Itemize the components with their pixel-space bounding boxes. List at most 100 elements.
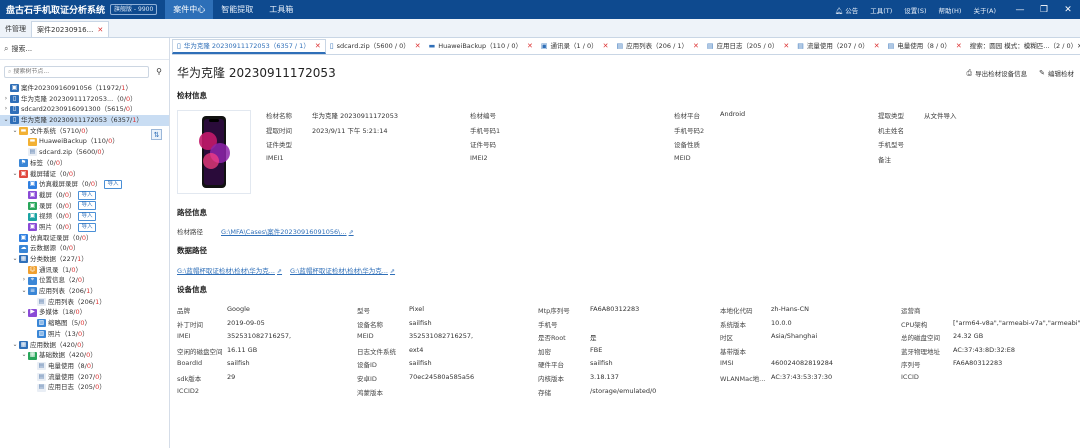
tree-node[interactable]: › ⌖ 位置信息（2 / 0） [0, 275, 169, 286]
media-icon: ▶ [28, 308, 37, 317]
chevron-icon[interactable]: ⌄ [11, 340, 19, 351]
menu-help[interactable]: 帮助(H) [933, 5, 968, 15]
menu-tools[interactable]: 工具(T) [864, 5, 898, 15]
contact-icon: ☺ [28, 265, 37, 275]
tree-node[interactable]: ▤ 应用列表（206 / 1） [0, 297, 169, 308]
tree-node[interactable]: ⌄ ▣ 截屏辅证（0 / 0） [0, 169, 169, 180]
detail-tab[interactable]: ▤ 应用日志（205 / 0） ✕ [703, 39, 793, 54]
tree-node[interactable]: ▨ 照片（13 / 0） [0, 329, 169, 340]
data-path-link[interactable]: G:\蓝帽杯取证检材\检材\华为克... ⇗ [290, 265, 395, 275]
tree-node[interactable]: ▣ 仿真取证录屏（0 / 0） [0, 233, 169, 244]
menu-notice[interactable]: 🔔︎ 公告 [829, 5, 864, 15]
tree-node[interactable]: ▨ 缩略图（5 / 0） [0, 318, 169, 329]
tree-node-label: 照片 [39, 222, 52, 231]
sidebar-search-header[interactable]: ⌕ 搜索... [0, 38, 169, 60]
tree-node-count: 205 [80, 383, 93, 392]
close-icon[interactable]: ✕ [956, 39, 962, 54]
tree-node[interactable]: ▬ HuaweiBackup （110 / 0） [0, 136, 169, 147]
nav-smart-extract[interactable]: 智能提取 [213, 0, 261, 19]
detail-tab[interactable]: ▯ sdcard.zip（5600 / 0） ✕ [326, 39, 425, 54]
tree-node[interactable]: ▣ 视频（0 / 0）导入 [0, 211, 169, 222]
close-icon[interactable]: ✕ [97, 26, 103, 34]
detail-tab[interactable]: ▯ 华为克隆 20230911172053（6357 / 1） ✕ [172, 39, 326, 54]
paren: ） [59, 158, 67, 167]
import-button[interactable]: 导入 [78, 212, 96, 222]
chevron-icon[interactable]: ⌄ [11, 169, 19, 180]
detail-tab[interactable]: ▤ 电量使用（8 / 0） ✕ [884, 39, 966, 54]
chevron-icon[interactable]: ⌄ [11, 254, 19, 265]
tree-node[interactable]: ▤ 流量使用（207 / 0） [0, 372, 169, 383]
chevron-icon[interactable]: ⌄ [20, 286, 28, 297]
chevron-icon[interactable]: ⌄ [20, 307, 28, 318]
detail-tab[interactable]: ▤ 应用列表（206 / 1） ✕ [613, 39, 703, 54]
chevron-icon[interactable]: ⌄ [20, 350, 28, 361]
close-icon[interactable]: ✕ [527, 39, 533, 54]
chevron-icon[interactable]: ⌄ [2, 115, 10, 126]
tree-node[interactable]: ⌄ ▦ 应用数据（420 / 0） [0, 340, 169, 351]
detail-tab[interactable]: ▣ 通讯录（1 / 0） ✕ [537, 39, 613, 54]
tree-node[interactable]: ⌄ ▦ 基础数据（420 / 0） [0, 350, 169, 361]
import-button[interactable]: 导入 [78, 190, 96, 200]
nav-case-center[interactable]: 案件中心 [165, 0, 214, 19]
tree-node[interactable]: ☁ 云数据源（0 / 0） [0, 243, 169, 254]
paren: ） [68, 190, 76, 199]
app-icon: ▦ [19, 340, 28, 349]
page-title: 华为克隆 20230911172053 [177, 66, 336, 80]
tree-node-label: 应用列表 [48, 297, 74, 306]
chevron-icon[interactable]: ⌄ [11, 126, 19, 137]
data-path-link[interactable]: G:\蓝帽杯取证检材\检材\华为克... ⇗ [177, 265, 282, 275]
tab-case[interactable]: 案件20230916... ✕ [31, 21, 110, 37]
tree-node[interactable]: › ▯ 华为克隆 20230911172053... （0 / 0） [0, 94, 169, 105]
tab-case-management[interactable]: 件管理 [0, 21, 31, 37]
close-icon[interactable]: ✕ [315, 39, 321, 54]
close-icon[interactable]: ✕ [874, 39, 880, 54]
device-field-value: AC:37:43:53:37:30 [771, 373, 833, 381]
device-field-value: 24.32 GB [953, 332, 984, 341]
close-icon[interactable]: ✕ [693, 39, 699, 54]
minimize-icon[interactable]: — [1008, 5, 1032, 15]
tree-node[interactable]: ⌄ ▶ 多媒体（18 / 0） [0, 307, 169, 318]
close-icon[interactable]: ✕ [783, 39, 789, 54]
tree-node[interactable]: ⌄ ▯ 华为克隆 20230911172053 （6357 / 1） [0, 115, 169, 126]
search-tab[interactable]: 搜索：圆园 模式：模糊匹...（2 / 0）✕ › [966, 39, 1080, 54]
menu-about[interactable]: 关于(A) [967, 5, 1002, 15]
chevron-icon[interactable]: › [2, 94, 10, 105]
restore-icon[interactable]: ❐ [1032, 5, 1056, 15]
import-button[interactable]: 导入 [104, 180, 122, 190]
tree-node[interactable]: ▣ 案件20230916091056 （11972 / 1） [0, 83, 169, 94]
chevron-icon[interactable]: › [2, 104, 10, 115]
tree-node[interactable]: ⌄ ▬ 文件系统（5710 / 0） [0, 126, 169, 137]
tree-node[interactable]: ▣ 截屏（0 / 0）导入 [0, 190, 169, 201]
close-icon[interactable]: ✕ [603, 39, 609, 54]
tree-node[interactable]: ☺ 通讯录（1 / 0） [0, 265, 169, 276]
nav-toolbox[interactable]: 工具箱 [261, 0, 301, 19]
tree-node[interactable]: ⌄ ≡ 应用列表（206 / 1） [0, 286, 169, 297]
paren: ） [72, 169, 80, 178]
close-icon[interactable]: ✕ [1056, 5, 1080, 15]
tree-node[interactable]: ▣ 仿真截屏录屏（0 / 0）导入 [0, 179, 169, 190]
evidence-path-link[interactable]: G:\MFA\Cases\案件20230916091056\... ⇗ [221, 226, 354, 236]
chevron-icon[interactable]: › [20, 275, 28, 286]
tree-node[interactable]: ▤ sdcard.zip （5600 / 0） [0, 147, 169, 158]
tree-node-label: 位置信息 [39, 276, 65, 285]
tree-node[interactable]: ▤ 电量使用（8 / 0） [0, 361, 169, 372]
tree-node[interactable]: ▣ 录屏（0 / 0）导入 [0, 201, 169, 212]
tree-search-input[interactable] [13, 68, 148, 75]
detail-tab[interactable]: ▬ HuaweiBackup（110 / 0） ✕ [425, 39, 537, 54]
import-button[interactable]: 导入 [78, 201, 96, 211]
tree-node[interactable]: ▣ 照片（0 / 0）导入 [0, 222, 169, 233]
tree-node[interactable]: ⚑ 标签（0 / 0） [0, 158, 169, 169]
edit-evidence-button[interactable]: ✎ 编辑检材 [1039, 68, 1074, 78]
export-device-info-button[interactable]: ⎙ 导出检材设备信息 [967, 68, 1028, 79]
device-field-label: ICCID [901, 373, 919, 381]
tree-node[interactable]: ▤ 应用日志（205 / 0） [0, 382, 169, 393]
broom-icon[interactable]: ⚲ [153, 67, 165, 76]
sort-icon[interactable]: ⇅ [151, 129, 162, 140]
import-button[interactable]: 导入 [78, 222, 96, 232]
tree-node[interactable]: ⌄ ▦ 分类数据（227 / 1） [0, 254, 169, 265]
tree-node[interactable]: › ▯ sdcard20230916091300 （5615 / 0） [0, 104, 169, 115]
menu-settings[interactable]: 设置(S) [898, 5, 932, 15]
close-icon[interactable]: ✕ [415, 39, 421, 54]
tree-node-count: 5600 [78, 148, 96, 157]
detail-tab[interactable]: ▤ 流量使用（207 / 0） ✕ [793, 39, 883, 54]
